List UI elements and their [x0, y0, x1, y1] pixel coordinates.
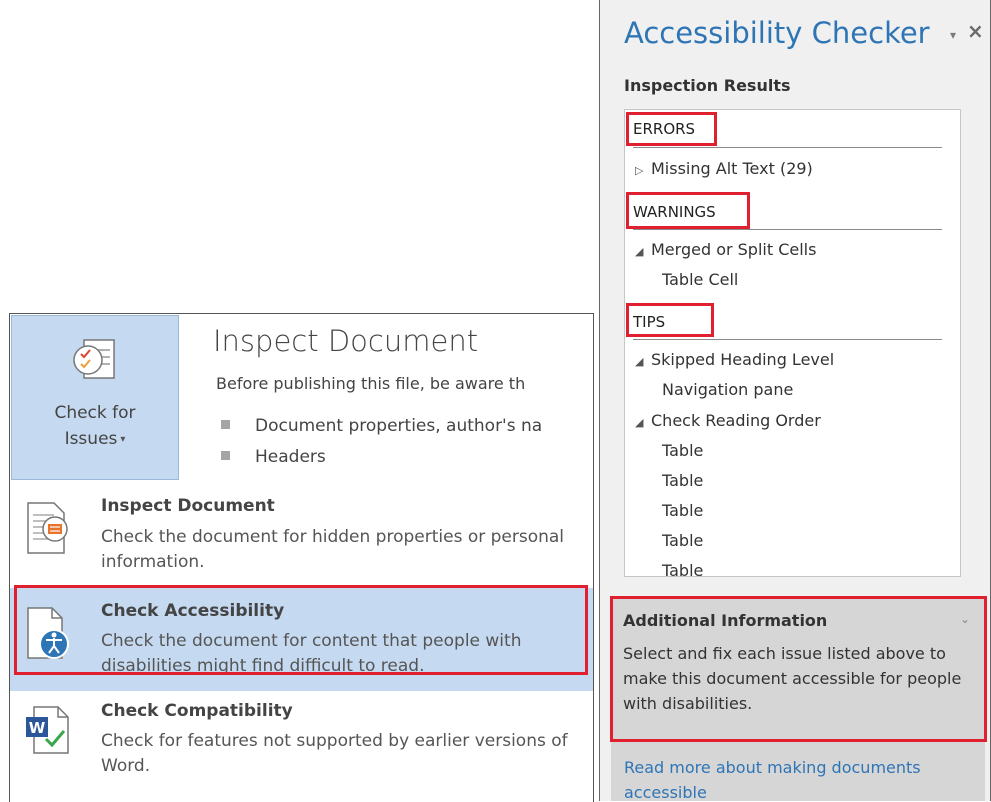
check-compatibility-description: Check for features not supported by earl…	[101, 731, 568, 776]
collapse-triangle-icon: ◢	[635, 416, 644, 429]
collapse-triangle-icon: ◢	[635, 245, 644, 258]
check-for-issues-label-line2: Issues ▾	[64, 429, 126, 449]
accessibility-checker-pane: Accessibility Checker ▾ × Inspection Res…	[599, 0, 991, 801]
menu-item-inspect-document[interactable]: Inspect Document Check the document for …	[10, 481, 593, 586]
bullet-square-icon	[221, 420, 230, 429]
inspect-bullet-item: Headers	[221, 447, 326, 467]
result-item-merged-or-split-cells[interactable]: ◢ Merged or Split Cells	[635, 240, 816, 259]
backstage-info-panel: Check for Issues ▾ Inspect Document Befor…	[9, 313, 594, 802]
bullet-square-icon	[221, 451, 230, 460]
category-divider	[633, 339, 942, 340]
inspect-document-description: Before publishing this file, be aware th	[216, 374, 526, 393]
svg-text:W: W	[29, 719, 46, 737]
inspect-document-icon	[24, 499, 76, 561]
chevron-down-icon: ▾	[120, 434, 126, 445]
errors-category-header: ERRORS	[633, 120, 696, 138]
warnings-category-header: WARNINGS	[633, 203, 716, 221]
result-subitem-table[interactable]: Table	[662, 561, 703, 576]
expand-triangle-icon: ▷	[635, 164, 644, 177]
inspection-results-label: Inspection Results	[624, 76, 791, 95]
inspection-results-list[interactable]: ERRORS ▷ Missing Alt Text (29) WARNINGS ◢…	[624, 109, 961, 577]
close-icon[interactable]: ×	[967, 19, 984, 43]
inspect-document-description: Check the document for hidden properties…	[101, 527, 565, 572]
additional-information-text: Select and fix each issue listed above t…	[623, 644, 962, 713]
tips-category-header: TIPS	[633, 313, 666, 331]
result-subitem-table[interactable]: Table	[662, 441, 703, 460]
result-subitem-table-cell[interactable]: Table Cell	[662, 270, 738, 289]
result-item-missing-alt-text[interactable]: ▷ Missing Alt Text (29)	[635, 159, 813, 178]
category-divider	[633, 229, 942, 230]
inspect-document-title: Inspect Document	[101, 496, 275, 516]
result-subitem-table[interactable]: Table	[662, 531, 703, 550]
result-subitem-table[interactable]: Table	[662, 501, 703, 520]
menu-item-check-compatibility[interactable]: W Check Compatibility Check for features…	[10, 693, 593, 802]
check-accessibility-description: Check the document for content that peop…	[101, 631, 522, 676]
additional-information-title[interactable]: Additional Information	[623, 611, 827, 630]
check-issues-icon	[70, 336, 122, 392]
collapse-triangle-icon: ◢	[635, 355, 644, 368]
chevron-down-icon[interactable]: ⌄	[960, 612, 970, 626]
check-compatibility-title: Check Compatibility	[101, 701, 293, 721]
word-compatibility-icon: W	[24, 703, 76, 765]
inspect-document-heading: Inspect Document	[213, 324, 479, 358]
result-subitem-table[interactable]: Table	[662, 471, 703, 490]
inspect-bullet-item: Document properties, author's na	[221, 416, 542, 436]
category-divider	[633, 147, 942, 148]
check-for-issues-label-line1: Check for	[54, 403, 136, 423]
pane-title: Accessibility Checker	[624, 16, 930, 50]
result-item-skipped-heading-level[interactable]: ◢ Skipped Heading Level	[635, 350, 834, 369]
check-accessibility-title: Check Accessibility	[101, 601, 285, 621]
result-item-check-reading-order[interactable]: ◢ Check Reading Order	[635, 411, 821, 430]
pane-options-dropdown-icon[interactable]: ▾	[950, 28, 956, 42]
result-subitem-navigation-pane[interactable]: Navigation pane	[662, 380, 793, 399]
accessibility-icon	[24, 604, 76, 666]
menu-item-check-accessibility[interactable]: Check Accessibility Check the document f…	[10, 588, 593, 691]
read-more-link[interactable]: Read more about making documents accessi…	[624, 755, 969, 801]
check-for-issues-button[interactable]: Check for Issues ▾	[11, 315, 179, 480]
